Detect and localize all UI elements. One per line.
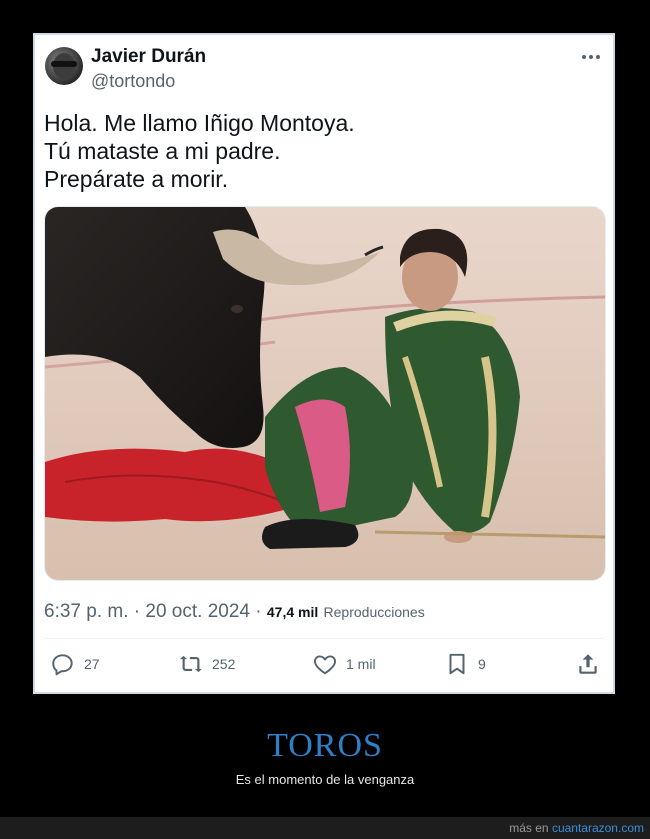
- bullfight-photo: [45, 207, 605, 580]
- author-avatar[interactable]: [45, 47, 83, 85]
- divider: [44, 638, 604, 639]
- tweet-text-line: Hola. Me llamo Iñigo Montoya.: [44, 110, 355, 136]
- share-icon: [579, 654, 597, 674]
- like-button[interactable]: 1 mil: [312, 647, 376, 681]
- author-name[interactable]: Javier Durán: [91, 46, 206, 68]
- footer-prefix: más en: [509, 821, 549, 835]
- tweet-meta: 6:37 p. m. · 20 oct. 2024 · 47,4 mil Rep…: [44, 601, 425, 623]
- reply-icon: [52, 654, 73, 676]
- tweet-photo[interactable]: [44, 206, 606, 581]
- tweet-card: Javier Durán @tortondo Hola. Me llamo Iñ…: [35, 35, 613, 692]
- caption-subtitle: Es el momento de la venganza: [235, 772, 415, 787]
- tweet-actions: 27 252 1 mil 9: [35, 647, 613, 681]
- avatar-glasses: [51, 61, 77, 67]
- reply-count: 27: [84, 656, 100, 672]
- retweet-icon: [180, 655, 202, 673]
- bookmark-count: 9: [478, 656, 486, 672]
- tweet-text: Hola. Me llamo Iñigo Montoya. Tú mataste…: [44, 109, 355, 193]
- retweet-count: 252: [212, 656, 236, 672]
- like-count: 1 mil: [346, 656, 376, 672]
- author-handle[interactable]: @tortondo: [91, 71, 175, 92]
- reply-button[interactable]: 27: [50, 647, 100, 681]
- tweet-text-line: Tú mataste a mi padre.: [44, 138, 281, 164]
- bookmark-button[interactable]: 9: [444, 647, 486, 681]
- tweet-screenshot-frame: Javier Durán @tortondo Hola. Me llamo Iñ…: [33, 33, 615, 694]
- tweet-date[interactable]: 20 oct. 2024: [145, 601, 250, 622]
- heart-icon: [314, 655, 336, 675]
- share-button[interactable]: [575, 647, 601, 681]
- tweet-time[interactable]: 6:37 p. m.: [44, 601, 129, 622]
- footer-site-link[interactable]: cuantarazon.com: [552, 821, 644, 835]
- tweet-text-line: Prepárate a morir.: [44, 166, 229, 192]
- bookmark-icon: [449, 653, 465, 675]
- more-horizontal-icon[interactable]: [579, 47, 603, 67]
- meta-separator: ·: [128, 601, 146, 622]
- site-footer: más en cuantarazon.com: [0, 817, 650, 839]
- meta-separator: ·: [249, 601, 267, 622]
- retweet-button[interactable]: 252: [178, 647, 235, 681]
- views-count: 47,4 mil: [266, 604, 319, 620]
- views-label: Reproducciones: [323, 604, 425, 620]
- caption-title: TOROS: [267, 727, 383, 764]
